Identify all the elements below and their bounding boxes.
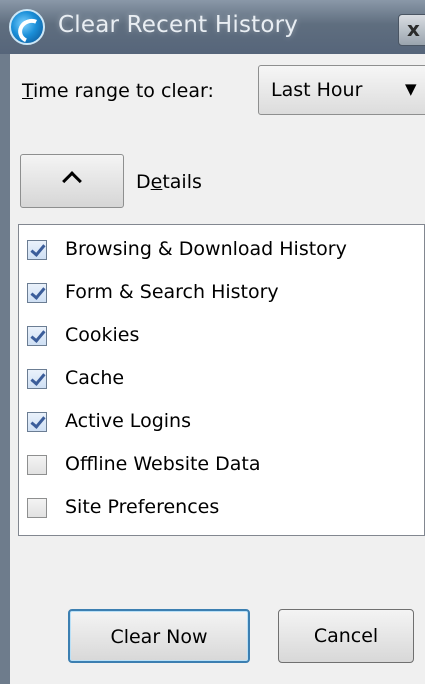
list-item[interactable]: Cookies xyxy=(19,317,425,357)
list-item[interactable]: Offline Website Data xyxy=(19,446,425,486)
details-label-accel: e xyxy=(150,171,163,193)
list-item-label: Cookies xyxy=(65,324,140,346)
time-range-value: Last Hour xyxy=(271,79,363,101)
checkbox[interactable] xyxy=(27,498,47,518)
time-range-label-text: ime range to clear: xyxy=(33,80,214,102)
list-item[interactable]: Site Preferences xyxy=(19,489,425,529)
list-item-label: Offline Website Data xyxy=(65,453,261,475)
list-item[interactable]: Browsing & Download History xyxy=(19,231,425,271)
chevron-up-icon xyxy=(62,171,82,191)
details-label-pre: D xyxy=(136,171,151,193)
list-item-label: Site Preferences xyxy=(65,496,220,518)
browser-logo-icon xyxy=(9,9,45,45)
checkbox[interactable] xyxy=(27,283,47,303)
list-item-label: Cache xyxy=(65,367,125,389)
checkbox[interactable] xyxy=(27,455,47,475)
time-range-label: Time range to clear: xyxy=(22,80,214,102)
list-item[interactable]: Active Logins xyxy=(19,403,425,443)
details-label-rest: tails xyxy=(162,171,202,193)
checkbox[interactable] xyxy=(27,412,47,432)
list-item-label: Form & Search History xyxy=(65,281,279,303)
checkbox[interactable] xyxy=(27,369,47,389)
list-item[interactable]: Form & Search History xyxy=(19,274,425,314)
list-item-label: Active Logins xyxy=(65,410,191,432)
checkbox[interactable] xyxy=(27,240,47,260)
close-button[interactable]: x xyxy=(398,14,425,46)
list-item-label: Browsing & Download History xyxy=(65,238,347,260)
time-range-accel: T xyxy=(22,80,34,102)
time-range-dropdown[interactable]: Last Hour ▼ xyxy=(258,65,425,115)
details-toggle-button[interactable] xyxy=(20,154,124,208)
details-label: Details xyxy=(136,171,202,193)
title-bar[interactable]: Clear Recent History x xyxy=(0,0,425,54)
clear-now-button[interactable]: Clear Now xyxy=(68,609,250,663)
cancel-button[interactable]: Cancel xyxy=(278,609,414,663)
history-items-list: Browsing & Download History Form & Searc… xyxy=(18,224,425,536)
dropdown-arrow-icon: ▼ xyxy=(405,80,417,98)
list-item[interactable]: Cache xyxy=(19,360,425,400)
checkbox[interactable] xyxy=(27,326,47,346)
window-title: Clear Recent History xyxy=(58,12,299,38)
